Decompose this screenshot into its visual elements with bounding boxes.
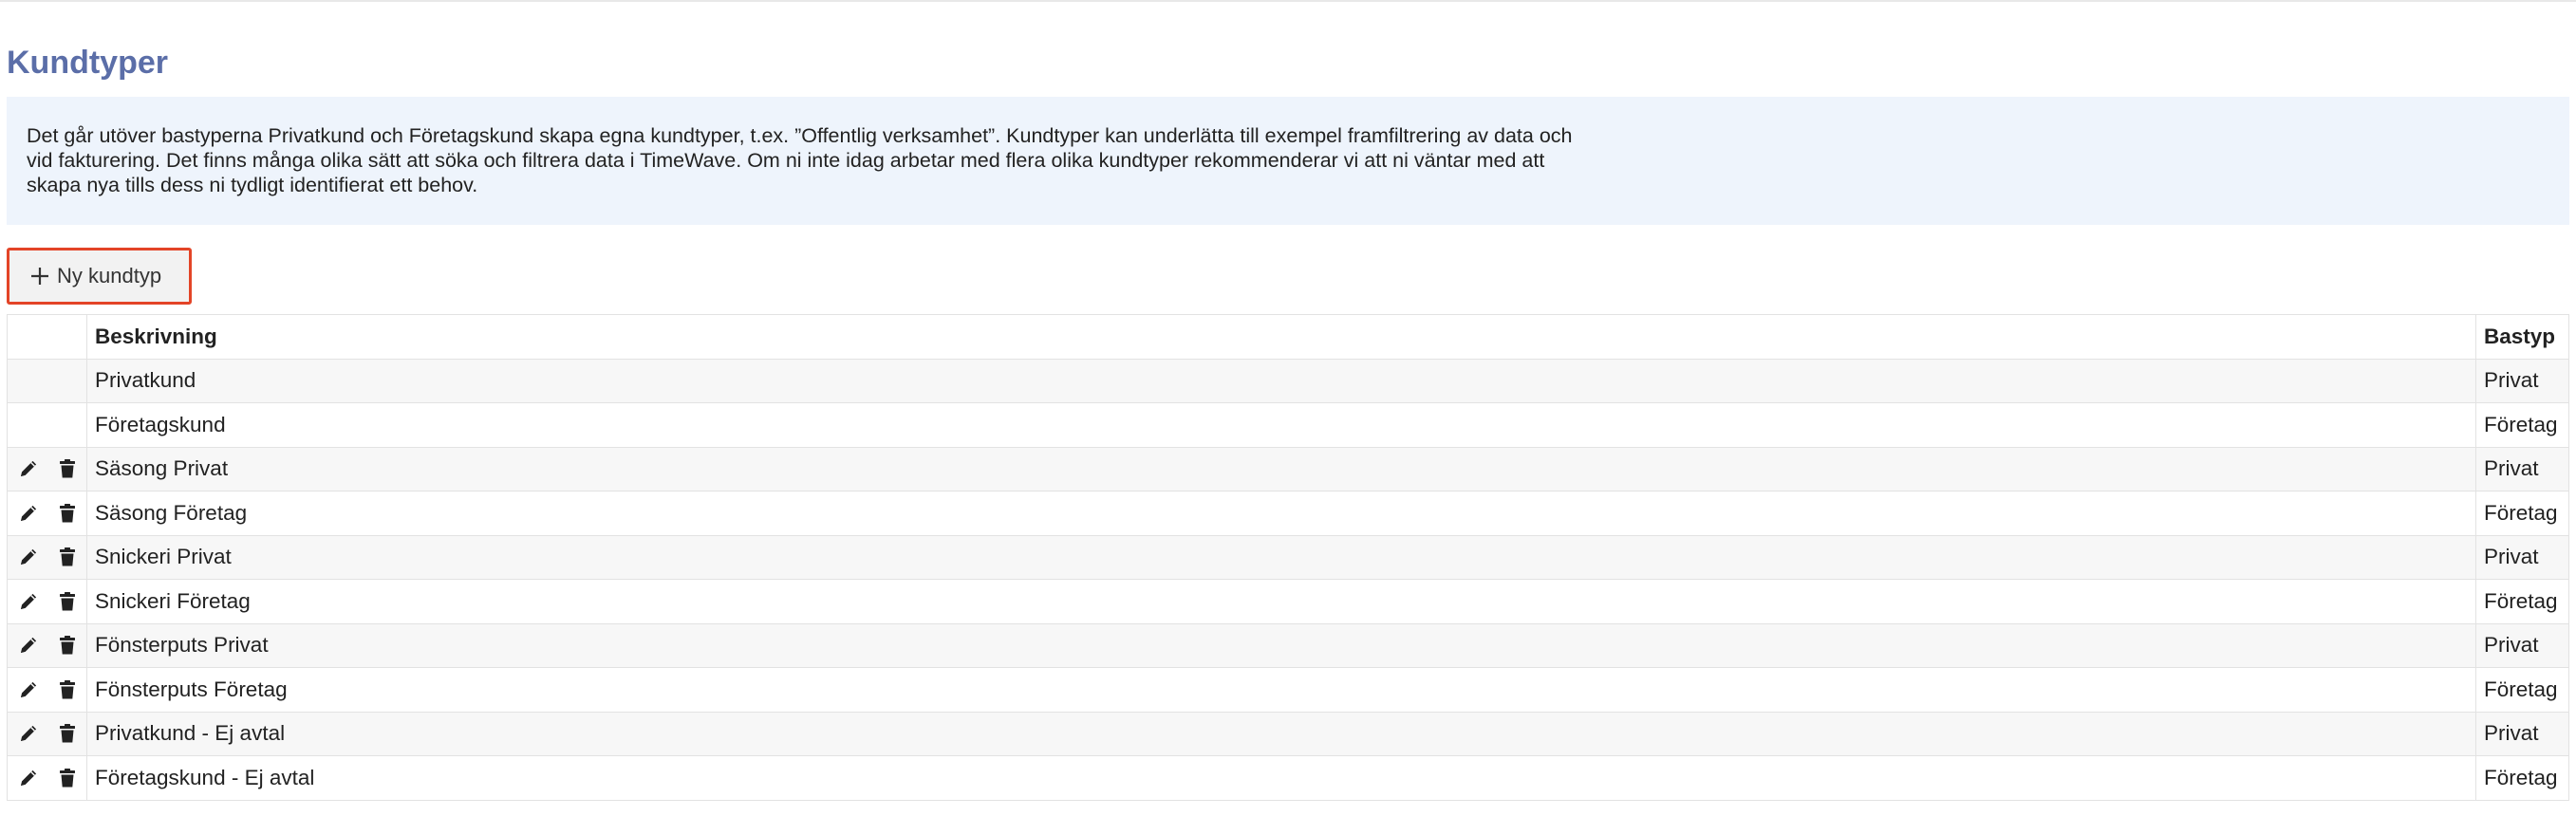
- basetype-cell: Företag: [2475, 755, 2569, 801]
- table-row: Företagskund - Ej avtal Företag: [7, 755, 2569, 801]
- info-box: Det går utöver bastyperna Privatkund och…: [7, 97, 2569, 225]
- description-cell: Privatkund - Ej avtal: [86, 711, 2476, 756]
- pencil-icon[interactable]: [17, 767, 40, 789]
- pencil-icon[interactable]: [17, 457, 40, 480]
- info-text: Det går utöver bastyperna Privatkund och…: [27, 124, 1573, 196]
- row-actions: [7, 446, 87, 491]
- table-row: Fönsterputs Privat Privat: [7, 622, 2569, 668]
- new-customer-type-button[interactable]: Ny kundtyp: [7, 248, 192, 305]
- pencil-icon[interactable]: [17, 590, 40, 613]
- description-cell: Fönsterputs Privat: [86, 622, 2476, 668]
- row-actions: [7, 755, 87, 801]
- description-cell: Företagskund - Ej avtal: [86, 755, 2476, 801]
- new-customer-type-label: Ny kundtyp: [57, 264, 162, 287]
- description-cell: Företagskund: [86, 402, 2476, 448]
- basetype-cell: Företag: [2475, 402, 2569, 448]
- table-header-row: Beskrivning Bastyp: [7, 314, 2569, 360]
- row-actions: [7, 534, 87, 580]
- trash-icon[interactable]: [56, 767, 79, 789]
- trash-icon[interactable]: [56, 678, 79, 701]
- trash-icon[interactable]: [56, 722, 79, 745]
- table-row: Privatkund Privat: [7, 358, 2569, 403]
- row-actions: [7, 491, 87, 536]
- row-actions: [7, 622, 87, 668]
- trash-icon[interactable]: [56, 546, 79, 568]
- table-row: Företagskund Företag: [7, 402, 2569, 448]
- description-cell: Snickeri Företag: [86, 579, 2476, 624]
- table-row: Snickeri Privat Privat: [7, 534, 2569, 580]
- basetype-cell: Företag: [2475, 667, 2569, 713]
- basetype-cell: Privat: [2475, 358, 2569, 403]
- basetype-cell: Företag: [2475, 491, 2569, 536]
- description-cell: Snickeri Privat: [86, 534, 2476, 580]
- basetype-cell: Privat: [2475, 711, 2569, 756]
- pencil-icon[interactable]: [17, 634, 40, 657]
- table-row: Snickeri Företag Företag: [7, 579, 2569, 624]
- description-cell: Fönsterputs Företag: [86, 667, 2476, 713]
- row-actions: [7, 579, 87, 624]
- page-title: Kundtyper: [7, 45, 168, 81]
- pencil-icon[interactable]: [17, 722, 40, 745]
- description-cell: Säsong Privat: [86, 446, 2476, 491]
- basetype-cell: Företag: [2475, 579, 2569, 624]
- basetype-cell: Privat: [2475, 534, 2569, 580]
- basetype-header[interactable]: Bastyp: [2475, 314, 2569, 360]
- pencil-icon[interactable]: [17, 678, 40, 701]
- table-row: Säsong Privat Privat: [7, 446, 2569, 491]
- customer-types-table: Beskrivning Bastyp Privatkund Privat Föret…: [7, 314, 2569, 801]
- description-cell: Säsong Företag: [86, 491, 2476, 536]
- trash-icon[interactable]: [56, 634, 79, 657]
- row-actions: [7, 358, 87, 403]
- trash-icon[interactable]: [56, 590, 79, 613]
- table-row: Privatkund - Ej avtal Privat: [7, 711, 2569, 756]
- row-actions: [7, 711, 87, 756]
- description-cell: Privatkund: [86, 358, 2476, 403]
- trash-icon[interactable]: [56, 502, 79, 525]
- table-row: Säsong Företag Företag: [7, 491, 2569, 536]
- description-header[interactable]: Beskrivning: [86, 314, 2476, 360]
- plus-icon: [31, 268, 48, 285]
- trash-icon[interactable]: [56, 457, 79, 480]
- pencil-icon[interactable]: [17, 546, 40, 568]
- actions-header: [7, 314, 87, 360]
- basetype-cell: Privat: [2475, 622, 2569, 668]
- basetype-cell: Privat: [2475, 446, 2569, 491]
- pencil-icon[interactable]: [17, 502, 40, 525]
- row-actions: [7, 402, 87, 448]
- top-divider: [0, 0, 2576, 2]
- table-row: Fönsterputs Företag Företag: [7, 667, 2569, 713]
- row-actions: [7, 667, 87, 713]
